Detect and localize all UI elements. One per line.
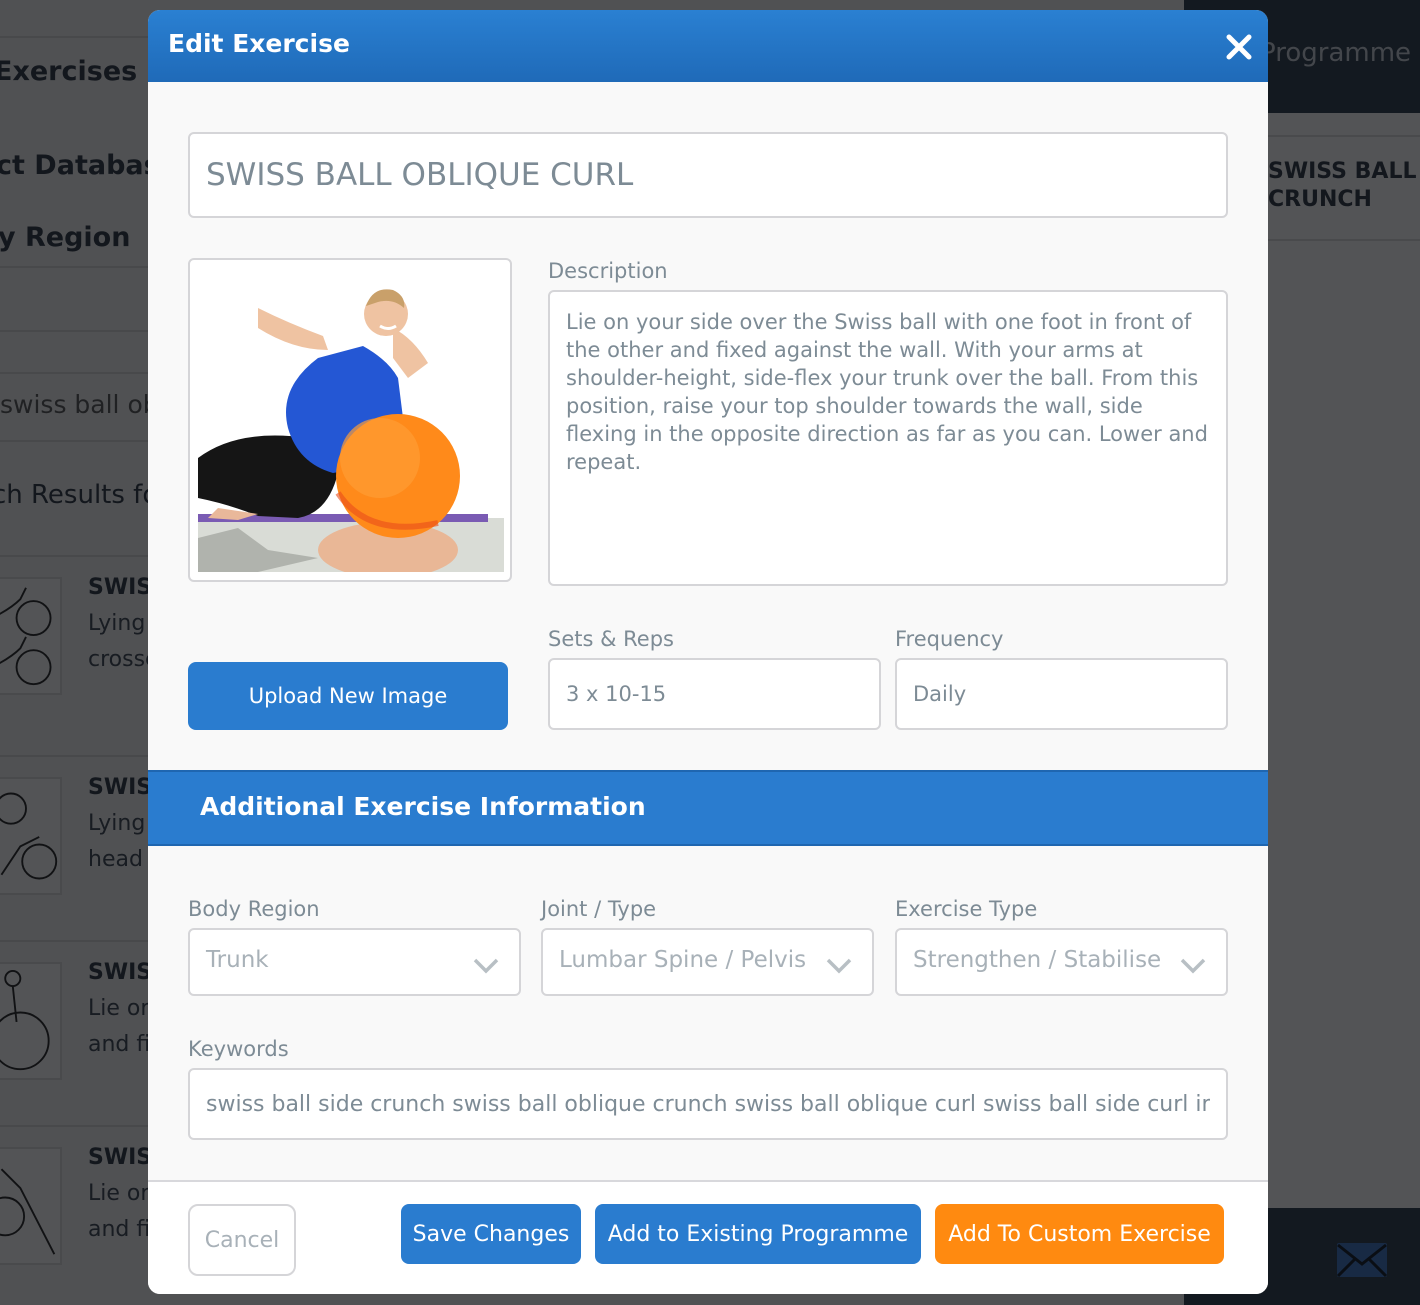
- joint-type-label: Joint / Type: [541, 897, 657, 921]
- description-textarea[interactable]: Lie on your side over the Swiss ball wit…: [548, 290, 1228, 586]
- joint-type-select[interactable]: Lumbar Spine / Pelvis: [541, 928, 874, 996]
- modal-footer: Cancel Save Changes Add to Existing Prog…: [148, 1180, 1268, 1294]
- additional-info-section-header: Additional Exercise Information: [148, 770, 1268, 846]
- sets-reps-label: Sets & Reps: [548, 627, 674, 651]
- upload-image-button[interactable]: Upload New Image: [188, 662, 508, 730]
- section-title: Additional Exercise Information: [200, 792, 646, 821]
- description-label: Description: [548, 259, 668, 283]
- exercise-image: [188, 258, 512, 582]
- exercise-type-label: Exercise Type: [895, 897, 1038, 921]
- frequency-input[interactable]: [895, 658, 1228, 730]
- keywords-input[interactable]: [188, 1068, 1228, 1140]
- edit-exercise-modal: Edit Exercise Description: [148, 10, 1268, 1294]
- body-region-value: Trunk: [206, 947, 269, 973]
- body-region-label: Body Region: [188, 897, 320, 921]
- sets-reps-input[interactable]: [548, 658, 881, 730]
- chevron-down-icon: [473, 954, 499, 974]
- close-icon: [1226, 34, 1252, 60]
- chevron-down-icon: [1180, 954, 1206, 974]
- modal-title: Edit Exercise: [168, 29, 350, 58]
- modal-header: Edit Exercise: [148, 10, 1268, 82]
- keywords-label: Keywords: [188, 1037, 289, 1061]
- exercise-type-select[interactable]: Strengthen / Stabilise: [895, 928, 1228, 996]
- add-to-existing-programme-button[interactable]: Add to Existing Programme: [595, 1204, 921, 1264]
- close-button[interactable]: [1224, 32, 1254, 62]
- add-to-custom-exercise-button[interactable]: Add To Custom Exercise: [935, 1204, 1224, 1264]
- save-changes-button[interactable]: Save Changes: [401, 1204, 581, 1264]
- frequency-label: Frequency: [895, 627, 1004, 651]
- joint-type-value: Lumbar Spine / Pelvis: [559, 947, 807, 973]
- chevron-down-icon: [826, 954, 852, 974]
- exercise-name-input[interactable]: [188, 132, 1228, 218]
- exercise-type-value: Strengthen / Stabilise: [913, 947, 1162, 973]
- cancel-button[interactable]: Cancel: [188, 1204, 296, 1276]
- body-region-select[interactable]: Trunk: [188, 928, 521, 996]
